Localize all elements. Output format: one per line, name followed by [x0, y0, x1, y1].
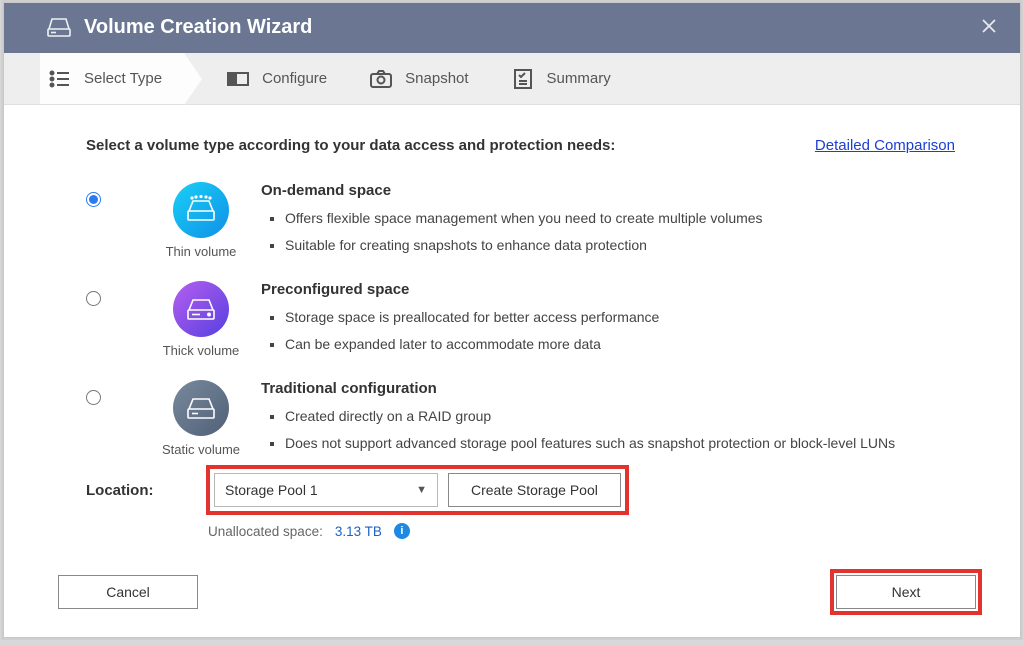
option-bullet: Can be expanded later to accommodate mor… — [285, 331, 955, 358]
layout-icon — [226, 67, 250, 91]
step-configure[interactable]: Configure — [226, 53, 327, 104]
wizard-window: Volume Creation Wizard Select Type Confi… — [3, 2, 1021, 638]
prompt-text: Select a volume type according to your d… — [86, 137, 615, 154]
step-summary[interactable]: Summary — [511, 53, 611, 104]
window-title: Volume Creation Wizard — [84, 16, 312, 38]
caret-down-icon: ▼ — [416, 484, 427, 496]
option-bullet: Storage space is preallocated for better… — [285, 304, 955, 331]
option-bullet: Does not support advanced storage pool f… — [285, 430, 955, 457]
thin-volume-label: Thin volume — [166, 244, 237, 259]
cancel-button[interactable]: Cancel — [58, 575, 198, 609]
radio-static[interactable] — [86, 390, 101, 405]
detailed-comparison-link[interactable]: Detailed Comparison — [815, 137, 955, 154]
thick-volume-icon — [173, 281, 229, 337]
storage-pool-select[interactable]: Storage Pool 1 ▼ — [214, 473, 438, 507]
wizard-stepper: Select Type Configure Snapshot Summary — [4, 53, 1020, 105]
highlight-next: Next — [832, 571, 980, 613]
location-row: Location: Storage Pool 1 ▼ Create Storag… — [86, 467, 955, 513]
drive-icon — [46, 16, 72, 38]
static-volume-label: Static volume — [162, 442, 240, 457]
thick-volume-label: Thick volume — [163, 343, 240, 358]
option-bullet: Offers flexible space management when yo… — [285, 205, 955, 232]
unallocated-value: 3.13 TB — [335, 524, 382, 539]
storage-pool-value: Storage Pool 1 — [225, 482, 318, 498]
radio-thin[interactable] — [86, 192, 101, 207]
unallocated-row: Unallocated space: 3.13 TB i — [208, 523, 955, 539]
step-label: Snapshot — [405, 70, 468, 87]
camera-icon — [369, 67, 393, 91]
highlight-location: Storage Pool 1 ▼ Create Storage Pool — [208, 467, 627, 513]
content-area: Select a volume type according to your d… — [4, 105, 1020, 563]
list-icon — [48, 67, 72, 91]
radio-thick[interactable] — [86, 291, 101, 306]
option-title: Traditional configuration — [261, 380, 955, 397]
info-icon[interactable]: i — [394, 523, 410, 539]
option-thin: Thin volume On-demand space Offers flexi… — [86, 182, 955, 259]
static-volume-icon — [173, 380, 229, 436]
option-bullet: Suitable for creating snapshots to enhan… — [285, 232, 955, 259]
option-thick: Thick volume Preconfigured space Storage… — [86, 281, 955, 358]
thin-volume-icon — [173, 182, 229, 238]
step-label: Summary — [547, 70, 611, 87]
step-label: Select Type — [84, 70, 162, 87]
next-button[interactable]: Next — [836, 575, 976, 609]
close-button[interactable] — [976, 13, 1002, 39]
unallocated-label: Unallocated space: — [208, 524, 323, 539]
location-label: Location: — [86, 482, 192, 499]
step-select-type[interactable]: Select Type — [40, 53, 184, 104]
option-bullet: Created directly on a RAID group — [285, 403, 955, 430]
option-static: Static volume Traditional configuration … — [86, 380, 955, 457]
footer: Cancel Next — [4, 563, 1020, 637]
checklist-icon — [511, 67, 535, 91]
step-snapshot[interactable]: Snapshot — [369, 53, 468, 104]
option-title: On-demand space — [261, 182, 955, 199]
create-storage-pool-button[interactable]: Create Storage Pool — [448, 473, 621, 507]
titlebar: Volume Creation Wizard — [4, 3, 1020, 53]
step-label: Configure — [262, 70, 327, 87]
option-title: Preconfigured space — [261, 281, 955, 298]
